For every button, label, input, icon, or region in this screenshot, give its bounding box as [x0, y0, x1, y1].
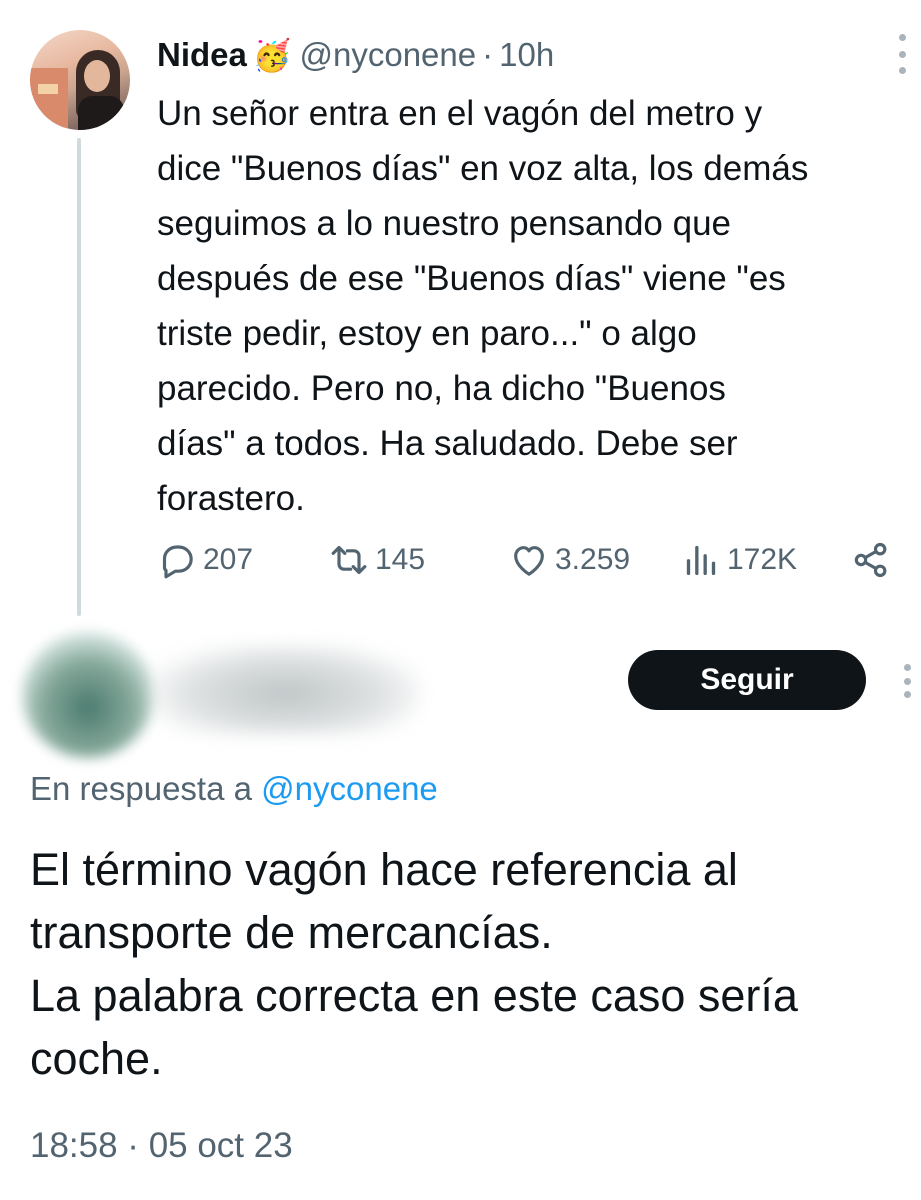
party-emoji: 🥳 — [252, 37, 292, 73]
retweet-button[interactable]: 145 — [329, 538, 425, 582]
reply-mention-link[interactable]: @nyconene — [261, 770, 438, 807]
views-icon — [686, 545, 716, 575]
share-icon — [854, 542, 887, 578]
reply-timestamp[interactable]: 18:58 · 05 oct 23 — [30, 1126, 293, 1166]
tweet-header: Nidea 🥳 @nyconene · 10h — [157, 32, 554, 78]
reply-context: En respuesta a @nyconene — [30, 770, 438, 808]
share-button[interactable] — [851, 538, 897, 582]
tweet-text-line: seguimos a lo nuestro pensando que — [157, 204, 732, 243]
reply-count: 207 — [203, 543, 254, 576]
reply-icon — [162, 545, 193, 579]
reply-author-avatar-blurred[interactable] — [22, 632, 154, 758]
more-options-icon[interactable] — [895, 34, 909, 74]
tweet-text-line: triste pedir, estoy en paro..." o algo — [157, 314, 697, 353]
like-icon — [514, 546, 544, 576]
tweet-text: Un señor entra en el vagón del metro y d… — [157, 86, 897, 526]
tweet-time[interactable]: 10h — [499, 36, 554, 74]
tweet-text-line: dice "Buenos días" en voz alta, los demá… — [157, 149, 809, 188]
retweet-count: 145 — [375, 543, 426, 576]
separator-dot: · — [482, 36, 494, 73]
tweet-text-line: parecido. Pero no, ha dicho "Buenos — [157, 369, 726, 408]
thread-line — [77, 138, 81, 616]
reply-context-label: En respuesta a — [30, 770, 252, 807]
like-count: 3.259 — [555, 543, 631, 576]
tweet-text-line: después de ese "Buenos días" viene "es — [157, 259, 786, 298]
author-name[interactable]: Nidea — [157, 36, 247, 74]
reply-text-line: El término vagón hace referencia al — [30, 844, 738, 895]
reply-button[interactable]: 207 — [157, 538, 253, 582]
views-button[interactable]: 172K — [681, 538, 797, 582]
retweet-icon — [331, 545, 367, 575]
reply-text: El término vagón hace referencia al tran… — [30, 838, 900, 1090]
tweet-text-line: forastero. — [157, 479, 305, 518]
author-avatar[interactable] — [30, 30, 130, 130]
tweet-text-line: Un señor entra en el vagón del metro y — [157, 94, 763, 133]
tweet-text-line: días" a todos. Ha saludado. Debe ser — [157, 424, 738, 463]
reply-author-name-blurred — [150, 644, 420, 734]
like-button[interactable]: 3.259 — [509, 538, 630, 582]
tweet-actions: 207 145 3.259 172K — [157, 538, 897, 582]
reply-text-line: transporte de mercancías. — [30, 907, 553, 958]
follow-button[interactable]: Seguir — [628, 650, 866, 710]
author-handle[interactable]: @nyconene — [299, 36, 476, 74]
reply-text-line: coche. — [30, 1033, 163, 1084]
reply-text-line: La palabra correcta en este caso sería — [30, 970, 798, 1021]
views-count: 172K — [727, 543, 798, 576]
more-options-icon[interactable] — [900, 664, 914, 698]
